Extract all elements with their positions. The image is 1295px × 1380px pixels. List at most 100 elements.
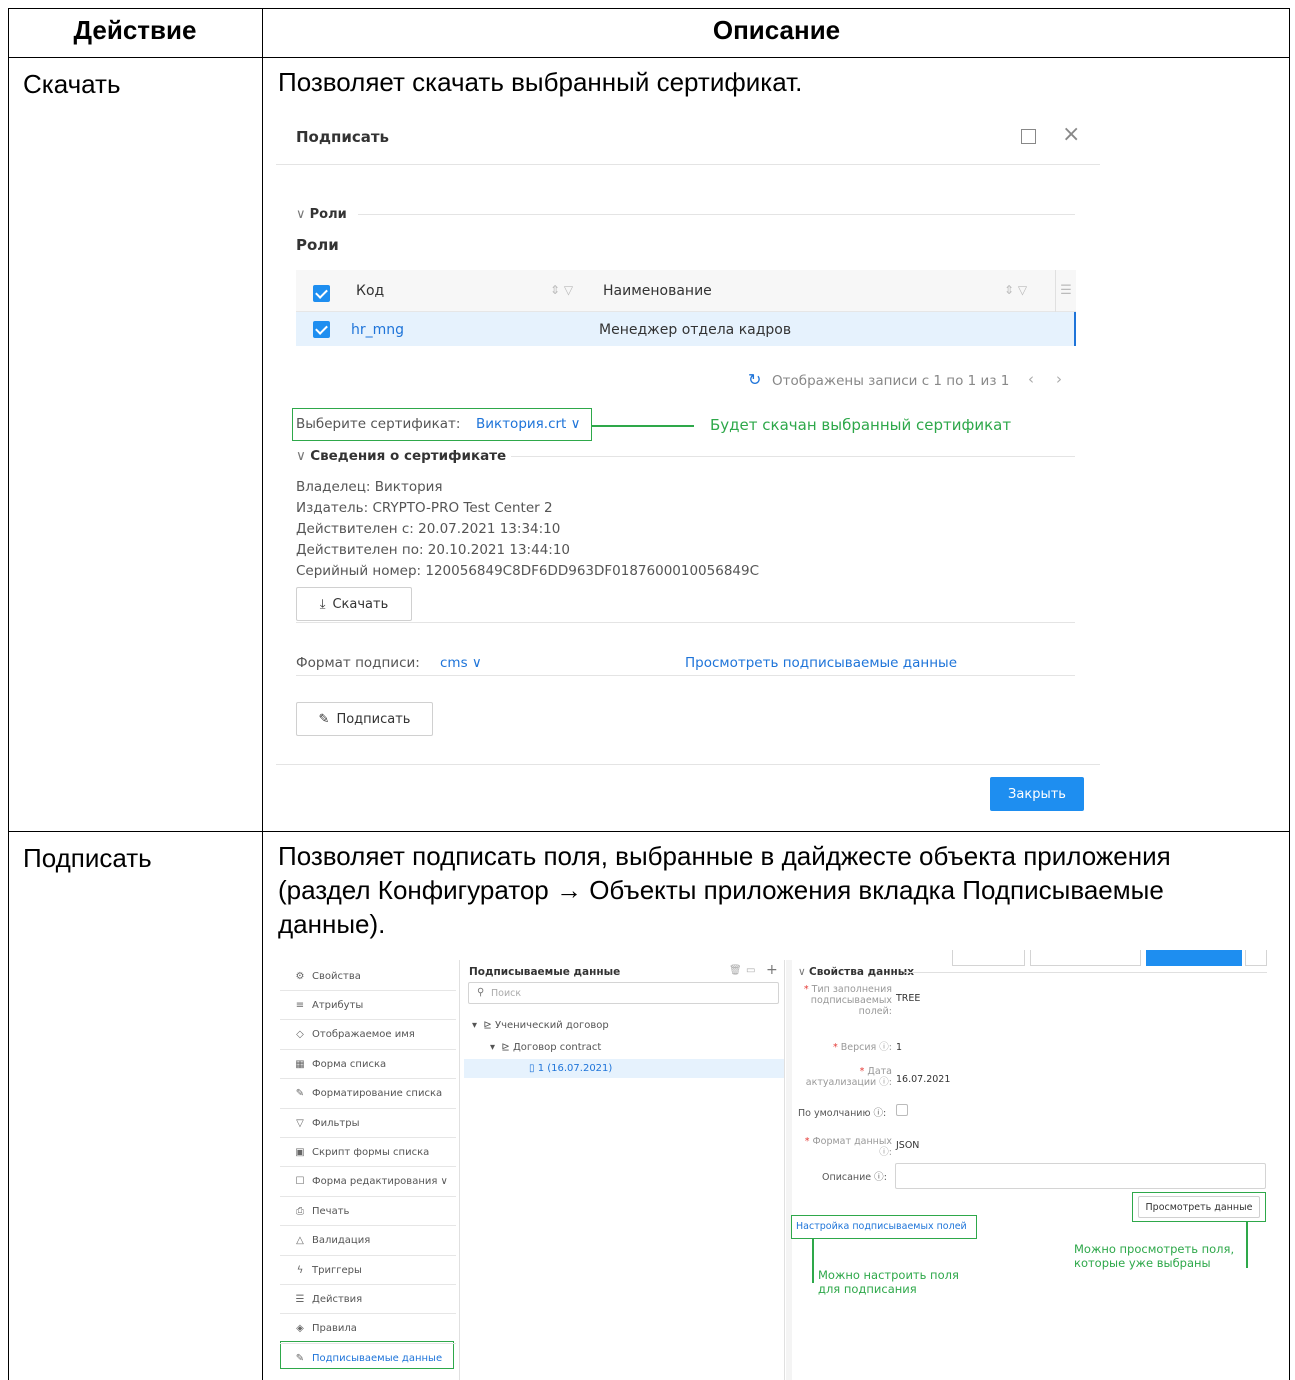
sidebar-item[interactable]: ◈ Правила xyxy=(280,1315,456,1344)
sort-filter-icon[interactable]: ⇕ ▽ xyxy=(1004,283,1027,297)
view-signed-data-link[interactable]: Просмотреть подписываемые данные xyxy=(685,655,957,671)
chevron-down-icon: ∨ xyxy=(296,448,311,464)
version-value: 1 xyxy=(896,1042,903,1053)
sidebar-item[interactable]: △ Валидация xyxy=(280,1227,456,1256)
sidebar-item-label: Валидация xyxy=(312,1235,371,1247)
pen-icon: ✎ xyxy=(295,1353,305,1365)
cert-valid-to: Действителен по: 20.10.2021 13:44:10 xyxy=(296,542,571,558)
sidebar-item[interactable]: ▦ Форма списка xyxy=(280,1050,456,1080)
prev-page-icon[interactable]: ‹ xyxy=(1028,370,1034,388)
search-placeholder: Поиск xyxy=(491,988,522,999)
sidebar-item[interactable]: ✎ Подписываемые данные xyxy=(280,1344,456,1373)
version-label: * Версия ⓘ: xyxy=(832,1042,892,1053)
props-divider xyxy=(905,972,1267,973)
download-button[interactable]: ⤓ Скачать xyxy=(296,587,412,621)
sidebar-item[interactable]: ◇ Отображаемое имя xyxy=(280,1021,456,1050)
view-data-button[interactable]: Просмотреть данные xyxy=(1138,1196,1260,1218)
cert-section-toggle[interactable]: ∨ Сведения о сертификате xyxy=(296,448,506,464)
cert-section-divider xyxy=(511,456,1075,457)
column-name[interactable]: Наименование xyxy=(603,283,712,299)
refresh-icon[interactable]: ↻ xyxy=(748,370,761,389)
print-icon: ⎙ xyxy=(296,1205,304,1217)
trigger-icon: ϟ xyxy=(296,1264,304,1276)
tree-delete-icon[interactable]: 🗑 xyxy=(729,965,742,976)
help-icon: ⓘ xyxy=(879,1077,889,1088)
description-sign-line1: Позволяет подписать поля, выбранные в да… xyxy=(278,841,1171,871)
tree-title: Подписываемые данные xyxy=(469,966,621,978)
cert-section-label: Сведения о сертификате xyxy=(310,448,507,464)
sidebar-item[interactable]: ▣ Скрипт формы списка xyxy=(280,1138,456,1168)
sign-button[interactable]: ✎ Подписать xyxy=(296,702,433,736)
default-checkbox[interactable] xyxy=(896,1104,908,1116)
column-settings-icon[interactable]: ☰ xyxy=(1055,270,1076,312)
format-select[interactable]: cms ∨ xyxy=(440,655,482,671)
data-format-value: JSON xyxy=(896,1140,920,1151)
setup-fields-link[interactable]: Настройка подписываемых полей xyxy=(796,1221,967,1232)
sidebar-item[interactable]: ☰ Действия xyxy=(280,1285,456,1315)
tree-folder-icon[interactable]: ▭ xyxy=(746,965,755,976)
tree-add-icon[interactable]: + xyxy=(766,962,778,978)
chevron-down-icon: ∨ xyxy=(570,416,581,432)
configurator-screenshot: Подписываемые данные 🗑 ▭ + ⚲ Поиск ▾ ⊵ У… xyxy=(276,950,1284,1380)
select-all-checkbox[interactable] xyxy=(313,285,330,302)
help-icon: ⓘ xyxy=(874,1172,884,1183)
column-code[interactable]: Код xyxy=(356,283,384,299)
description-input[interactable] xyxy=(895,1163,1266,1189)
cert-select[interactable]: Виктория.crt ∨ xyxy=(476,416,581,432)
row-name: Менеджер отдела кадров xyxy=(599,322,792,338)
dialog-footer-divider xyxy=(276,764,1100,765)
props-section-toggle[interactable]: ∨ Свойства данных xyxy=(798,966,914,978)
folder-icon: ⊵ xyxy=(501,1042,510,1053)
cert-owner: Владелец: Виктория xyxy=(296,479,443,495)
close-button[interactable]: Закрыть xyxy=(990,777,1084,811)
sidebar-item[interactable]: ✎ Форматирование списка xyxy=(280,1080,456,1109)
toolbar-button-1[interactable] xyxy=(952,950,1025,966)
close-icon[interactable]: × xyxy=(1062,122,1080,147)
fill-type-value: TREE xyxy=(896,993,921,1004)
sidebar-item-label: Правила xyxy=(312,1323,357,1335)
download-divider xyxy=(296,622,1075,623)
sidebar-item[interactable]: ϟ Триггеры xyxy=(280,1256,456,1285)
row-code[interactable]: hr_mng xyxy=(351,322,404,338)
splitter[interactable] xyxy=(786,960,792,1380)
help-icon: ⓘ xyxy=(879,1042,889,1053)
list-icon: ≡ xyxy=(295,999,305,1011)
sidebar-item-label: Отображаемое имя xyxy=(312,1029,415,1041)
roles-section-divider xyxy=(358,214,1075,215)
tree-node-leaf[interactable]: ▯ 1 (16.07.2021) xyxy=(529,1063,612,1074)
actions-icon: ☰ xyxy=(295,1293,305,1305)
folder-icon: ⊵ xyxy=(483,1020,492,1031)
sidebar-item[interactable]: ≡ Атрибуты xyxy=(280,991,456,1021)
sidebar-item-label: Форматирование списка xyxy=(312,1088,443,1100)
filter-icon: ▽ xyxy=(296,1117,304,1129)
edit-form-icon: ☐ xyxy=(295,1176,305,1188)
sidebar-item[interactable]: ▽ Фильтры xyxy=(280,1109,456,1138)
tree-node-child[interactable]: ▾ ⊵ Договор contract xyxy=(490,1042,601,1053)
roles-section-toggle[interactable]: ∨ Роли xyxy=(296,207,347,222)
toolbar-button-3[interactable] xyxy=(1245,950,1267,966)
callout-line xyxy=(592,425,694,427)
tree-search-input[interactable]: ⚲ Поиск xyxy=(468,982,779,1004)
brush-icon: ✎ xyxy=(295,1088,305,1100)
sidebar-item-label: Скрипт формы списка xyxy=(312,1146,430,1158)
row-checkbox[interactable] xyxy=(313,321,330,338)
dialog-title: Подписать xyxy=(296,128,390,146)
sign-button-label: Подписать xyxy=(336,711,411,727)
next-page-icon[interactable]: › xyxy=(1056,370,1062,388)
sidebar-item[interactable]: ☐ Форма редактирования ∨ xyxy=(280,1168,456,1197)
description-label: Описание ⓘ: xyxy=(822,1172,887,1183)
toolbar-button-2[interactable] xyxy=(1030,950,1141,966)
props-section-label: Свойства данных xyxy=(809,966,914,978)
maximize-icon[interactable] xyxy=(1021,129,1036,144)
description-sign-line3: данные). xyxy=(278,909,386,939)
column-divider xyxy=(262,8,263,1380)
toolbar-primary-button[interactable] xyxy=(1146,950,1242,966)
tree-node-selected[interactable] xyxy=(464,1059,784,1078)
sort-icon[interactable]: ⇕ ▽ xyxy=(550,283,573,297)
sidebar-item[interactable]: ⚙ Свойства xyxy=(280,962,456,991)
pen-icon: ✎ xyxy=(318,711,330,727)
warning-icon: △ xyxy=(296,1235,304,1247)
tree-node-root[interactable]: ▾ ⊵ Ученический договор xyxy=(472,1020,609,1031)
cert-valid-from: Действителен с: 20.07.2021 13:34:10 xyxy=(296,521,561,537)
sidebar-item[interactable]: ⎙ Печать xyxy=(280,1197,456,1227)
